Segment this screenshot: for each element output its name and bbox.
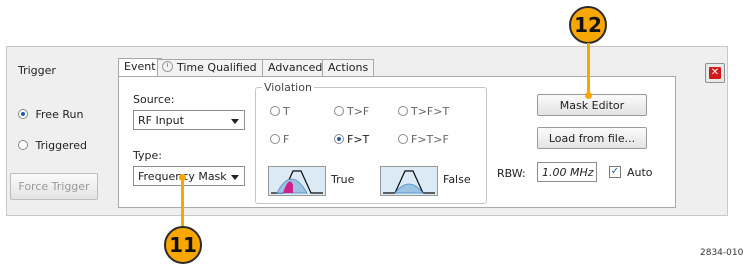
figure-id: 2834-010	[700, 248, 744, 258]
type-label: Type:	[133, 149, 162, 162]
rbw-input[interactable]: 1.00 MHz	[537, 162, 597, 182]
violation-label-t: T	[283, 105, 290, 118]
violation-label-t-f: T>F	[347, 105, 370, 118]
free-run-radio[interactable]: Free Run	[18, 108, 83, 121]
violation-radio-t[interactable]	[270, 106, 280, 116]
tab-advanced[interactable]: Advanced	[262, 59, 329, 76]
callout-12-line	[587, 43, 590, 95]
load-from-file-button[interactable]: Load from file...	[537, 127, 647, 149]
violation-option-t-f[interactable]: T>F	[334, 105, 369, 118]
mask-editor-button[interactable]: Mask Editor	[537, 94, 647, 116]
violation-label-f-t-f: F>T>F	[411, 133, 449, 146]
violation-legend: Violation	[262, 81, 314, 94]
source-label: Source:	[133, 93, 175, 106]
triggered-radio-button[interactable]	[18, 140, 28, 150]
callout-11: 11	[164, 226, 202, 264]
violation-option-f[interactable]: F	[270, 133, 289, 146]
chevron-down-icon	[231, 119, 239, 124]
auto-checkbox[interactable]: ✓	[609, 166, 621, 178]
violation-label-f: F	[283, 133, 290, 146]
false-waveform-icon	[381, 167, 437, 195]
free-run-label: Free Run	[35, 108, 84, 121]
triggered-radio[interactable]: Triggered	[18, 139, 87, 152]
true-label: True	[331, 173, 355, 186]
auto-label: Auto	[627, 166, 653, 179]
triggered-label: Triggered	[35, 139, 87, 152]
rbw-value: 1.00 MHz	[542, 166, 594, 179]
free-run-radio-button[interactable]	[18, 109, 28, 119]
source-select[interactable]: RF Input	[133, 110, 245, 130]
callout-12: 12	[569, 6, 607, 44]
type-select[interactable]: Frequency Mask	[133, 166, 245, 186]
violation-option-f-t-f[interactable]: F>T>F	[398, 133, 449, 146]
violation-label-f-t: F>T	[347, 133, 370, 146]
violation-radio-f-t-f[interactable]	[398, 134, 408, 144]
close-button[interactable]: ✕	[705, 63, 725, 83]
tab-actions[interactable]: Actions	[322, 59, 375, 76]
violation-radio-t-f-t[interactable]	[398, 106, 408, 116]
callout-12-dot	[585, 92, 592, 99]
violation-option-t-f-t[interactable]: T>F>T	[398, 105, 449, 118]
tab-time-qualified[interactable]: Time Qualified	[157, 59, 263, 76]
true-waveform-icon	[269, 167, 325, 195]
tab-event[interactable]: Event	[118, 58, 162, 77]
violation-radio-t-f[interactable]	[334, 106, 344, 116]
false-label: False	[443, 173, 471, 186]
violation-radio-f[interactable]	[270, 134, 280, 144]
violation-option-t[interactable]: T	[270, 105, 290, 118]
tab-time-qualified-label: Time Qualified	[177, 61, 257, 74]
source-value: RF Input	[138, 114, 184, 127]
force-trigger-button[interactable]: Force Trigger	[10, 173, 98, 200]
clock-icon	[162, 61, 173, 72]
rbw-label: RBW:	[497, 167, 526, 180]
violation-label-t-f-t: T>F>T	[411, 105, 450, 118]
close-icon: ✕	[709, 67, 721, 79]
false-waveform-image	[380, 166, 438, 196]
trigger-section-title: Trigger	[18, 64, 56, 77]
callout-11-line	[181, 177, 184, 230]
violation-option-f-t[interactable]: F>T	[334, 133, 369, 146]
violation-radio-f-t[interactable]	[334, 134, 344, 144]
true-waveform-image	[268, 166, 326, 196]
chevron-down-icon	[231, 175, 239, 180]
